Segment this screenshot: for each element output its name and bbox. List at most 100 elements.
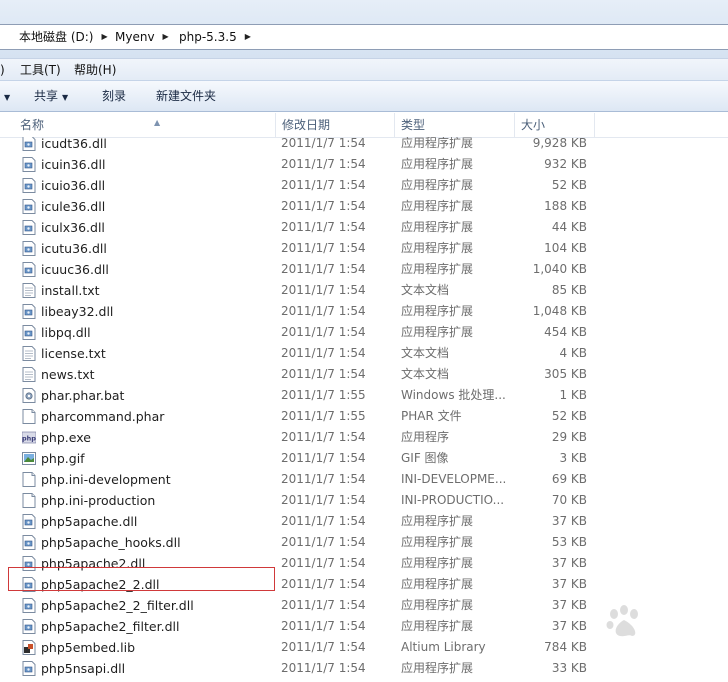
file-type: 应用程序扩展 bbox=[401, 157, 474, 171]
file-size: 44 KB bbox=[551, 220, 587, 234]
file-row[interactable]: icutu36.dll 2011/1/7 1:54 应用程序扩展 104 KB bbox=[0, 238, 600, 259]
file-row[interactable]: icuuc36.dll 2011/1/7 1:54 应用程序扩展 1,040 KB bbox=[0, 259, 600, 280]
file-row[interactable]: icudt36.dll 2011/1/7 1:54 应用程序扩展 9,928 KB bbox=[0, 137, 600, 154]
library-file-icon bbox=[22, 640, 36, 655]
file-row[interactable]: php5apache2_2_filter.dll 2011/1/7 1:54 应用程… bbox=[0, 595, 600, 616]
file-row[interactable]: libeay32.dll 2011/1/7 1:54 应用程序扩展 1,048 KB bbox=[0, 301, 600, 322]
address-bar[interactable]: 本地磁盘 (D:) ▶ Myenv ▶ php-5.3.5 ▶ bbox=[0, 24, 728, 50]
file-row[interactable]: iculx36.dll 2011/1/7 1:54 应用程序扩展 44 KB bbox=[0, 217, 600, 238]
file-type: 文本文档 bbox=[401, 283, 450, 297]
dll-icon bbox=[22, 514, 36, 529]
file-row[interactable]: news.txt 2011/1/7 1:54 文本文档 305 KB bbox=[0, 364, 600, 385]
menu-bar: ) 工具(T) 帮助(H) bbox=[0, 58, 728, 81]
file-size: 784 KB bbox=[544, 640, 587, 654]
file-row[interactable]: icuin36.dll 2011/1/7 1:54 应用程序扩展 932 KB bbox=[0, 154, 600, 175]
file-name: icudt36.dll bbox=[41, 137, 107, 151]
file-type: INI-DEVELOPME... bbox=[401, 472, 507, 486]
file-date: 2011/1/7 1:54 bbox=[281, 577, 366, 591]
file-date: 2011/1/7 1:54 bbox=[281, 556, 366, 570]
file-row[interactable]: php5apache_hooks.dll 2011/1/7 1:54 应用程序扩展 5… bbox=[0, 532, 600, 553]
dll-icon bbox=[22, 262, 36, 277]
sort-ascending-icon: ▲ bbox=[154, 118, 161, 127]
file-row[interactable]: php5apache2_filter.dll 2011/1/7 1:54 应用程序扩… bbox=[0, 616, 600, 637]
file-row[interactable]: php.ini-development 2011/1/7 1:54 INI-DEVE… bbox=[0, 469, 600, 490]
file-date: 2011/1/7 1:55 bbox=[281, 409, 366, 423]
file-date: 2011/1/7 1:54 bbox=[281, 451, 366, 465]
file-type: 应用程序 bbox=[401, 430, 450, 444]
file-size: 1,048 KB bbox=[532, 304, 587, 318]
file-date: 2011/1/7 1:54 bbox=[281, 262, 366, 276]
file-date: 2011/1/7 1:54 bbox=[281, 661, 366, 675]
file-type: 应用程序扩展 bbox=[401, 577, 474, 591]
file-type: 文本文档 bbox=[401, 346, 450, 360]
column-date[interactable]: 修改日期 bbox=[276, 113, 395, 137]
menu-item-view[interactable]: ) bbox=[0, 59, 5, 81]
image-file-icon bbox=[22, 451, 36, 466]
file-name: icuin36.dll bbox=[41, 157, 106, 172]
breadcrumb-myenv[interactable]: Myenv ▶ bbox=[115, 25, 169, 49]
column-name[interactable]: 名称 ▲ bbox=[14, 113, 276, 137]
column-header: 名称 ▲ 修改日期 类型 大小 bbox=[0, 113, 728, 138]
chevron-right-icon[interactable]: ▶ bbox=[101, 25, 107, 49]
file-type: 应用程序扩展 bbox=[401, 598, 474, 612]
file-type: INI-PRODUCTIO... bbox=[401, 493, 505, 507]
chevron-down-icon[interactable]: ▼ bbox=[0, 81, 10, 111]
breadcrumb-label: Myenv bbox=[115, 30, 155, 44]
dll-icon bbox=[22, 325, 36, 340]
chevron-right-icon[interactable]: ▶ bbox=[245, 25, 251, 49]
file-type: 应用程序扩展 bbox=[401, 220, 474, 234]
file-date: 2011/1/7 1:54 bbox=[281, 493, 366, 507]
file-name: php.exe bbox=[41, 430, 91, 445]
file-size: 454 KB bbox=[544, 325, 587, 339]
file-size: 1 KB bbox=[559, 388, 587, 402]
file-row[interactable]: php.ini-production 2011/1/7 1:54 INI-PRODU… bbox=[0, 490, 600, 511]
file-name: phar.phar.bat bbox=[41, 388, 125, 403]
file-date: 2011/1/7 1:54 bbox=[281, 304, 366, 318]
dll-icon bbox=[22, 157, 36, 172]
menu-item-tools[interactable]: 工具(T) bbox=[20, 59, 61, 81]
file-date: 2011/1/7 1:54 bbox=[281, 346, 366, 360]
column-size[interactable]: 大小 bbox=[515, 113, 595, 137]
breadcrumb-label: 本地磁盘 (D:) bbox=[19, 30, 94, 44]
file-row[interactable]: icule36.dll 2011/1/7 1:54 应用程序扩展 188 KB bbox=[0, 196, 600, 217]
file-row[interactable]: php php.exe 2011/1/7 1:54 应用程序 29 KB bbox=[0, 427, 600, 448]
file-name: php5embed.lib bbox=[41, 640, 136, 655]
file-size: 69 KB bbox=[551, 472, 587, 486]
file-date: 2011/1/7 1:54 bbox=[281, 640, 366, 654]
file-name: php5nsapi.dll bbox=[41, 661, 126, 676]
file-size: 29 KB bbox=[551, 430, 587, 444]
dll-icon bbox=[22, 199, 36, 214]
file-row[interactable]: libpq.dll 2011/1/7 1:54 应用程序扩展 454 KB bbox=[0, 322, 600, 343]
file-row[interactable]: license.txt 2011/1/7 1:54 文本文档 4 KB bbox=[0, 343, 600, 364]
file-row[interactable]: icuio36.dll 2011/1/7 1:54 应用程序扩展 52 KB bbox=[0, 175, 600, 196]
file-size: 53 KB bbox=[551, 535, 587, 549]
file-row[interactable]: pharcommand.phar 2011/1/7 1:55 PHAR 文件 52 K… bbox=[0, 406, 600, 427]
breadcrumb-php[interactable]: php-5.3.5 ▶ bbox=[179, 25, 251, 49]
file-size: 70 KB bbox=[551, 493, 587, 507]
breadcrumb-drive[interactable]: 本地磁盘 (D:) ▶ bbox=[19, 25, 108, 49]
file-list: icudt36.dll 2011/1/7 1:54 应用程序扩展 9,928 KB ic… bbox=[0, 137, 728, 682]
text-file-icon bbox=[22, 346, 36, 361]
burn-button[interactable]: 刻录 bbox=[102, 81, 126, 111]
file-size: 37 KB bbox=[551, 514, 587, 528]
column-type[interactable]: 类型 bbox=[395, 113, 515, 137]
menu-item-help[interactable]: 帮助(H) bbox=[74, 59, 116, 81]
file-date: 2011/1/7 1:54 bbox=[281, 199, 366, 213]
file-row[interactable]: phar.phar.bat 2011/1/7 1:55 Windows 批处理...… bbox=[0, 385, 600, 406]
file-size: 85 KB bbox=[551, 283, 587, 297]
file-date: 2011/1/7 1:55 bbox=[281, 388, 366, 402]
file-row[interactable]: php.gif 2011/1/7 1:54 GIF 图像 3 KB bbox=[0, 448, 600, 469]
file-type: 应用程序扩展 bbox=[401, 241, 474, 255]
file-row[interactable]: php5embed.lib 2011/1/7 1:54 Altium Library… bbox=[0, 637, 600, 658]
chevron-down-icon: ▼ bbox=[62, 93, 69, 102]
file-type: 应用程序扩展 bbox=[401, 535, 474, 549]
file-row[interactable]: php5nsapi.dll 2011/1/7 1:54 应用程序扩展 33 KB bbox=[0, 658, 600, 679]
new-folder-button[interactable]: 新建文件夹 bbox=[156, 81, 216, 111]
file-row[interactable]: php5apache.dll 2011/1/7 1:54 应用程序扩展 37 KB bbox=[0, 511, 600, 532]
highlight-box bbox=[8, 567, 275, 591]
dll-icon bbox=[22, 619, 36, 634]
address-bar-area: 本地磁盘 (D:) ▶ Myenv ▶ php-5.3.5 ▶ bbox=[0, 0, 728, 58]
chevron-right-icon[interactable]: ▶ bbox=[163, 25, 169, 49]
share-button[interactable]: 共享 ▼ bbox=[34, 81, 68, 111]
file-row[interactable]: install.txt 2011/1/7 1:54 文本文档 85 KB bbox=[0, 280, 600, 301]
